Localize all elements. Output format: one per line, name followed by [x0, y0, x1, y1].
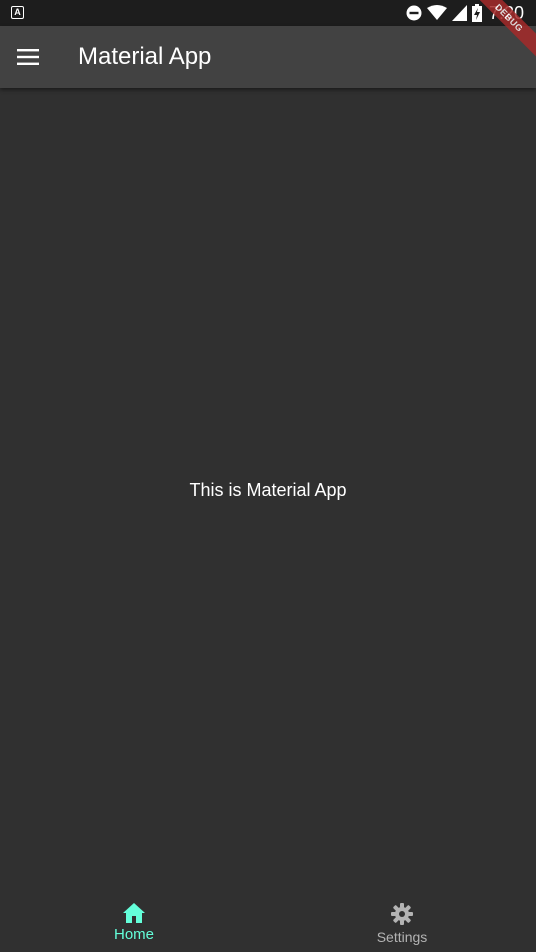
nav-item-settings[interactable]: Settings: [268, 896, 536, 952]
menu-icon: [17, 49, 39, 65]
nav-label-home: Home: [113, 926, 154, 943]
menu-button[interactable]: [12, 41, 44, 73]
body-message: This is Material App: [189, 480, 347, 500]
settings-icon: [391, 903, 413, 925]
app-screen: A 7:20 Material App: [0, 0, 536, 952]
wifi-icon: [426, 5, 447, 21]
bottom-navigation-bar: Home Settings: [0, 896, 536, 952]
signal-icon: [451, 5, 467, 21]
home-icon: [123, 903, 145, 923]
app-bar: Material App: [0, 26, 536, 88]
do-not-disturb-icon: [406, 5, 422, 21]
nav-label-settings: Settings: [376, 929, 428, 945]
app-notification-icon: A: [11, 6, 24, 19]
page-title: Material App: [78, 43, 212, 70]
nav-item-home[interactable]: Home: [0, 896, 268, 952]
battery-charging-icon: [471, 4, 482, 22]
status-bar: A 7:20: [0, 0, 536, 26]
